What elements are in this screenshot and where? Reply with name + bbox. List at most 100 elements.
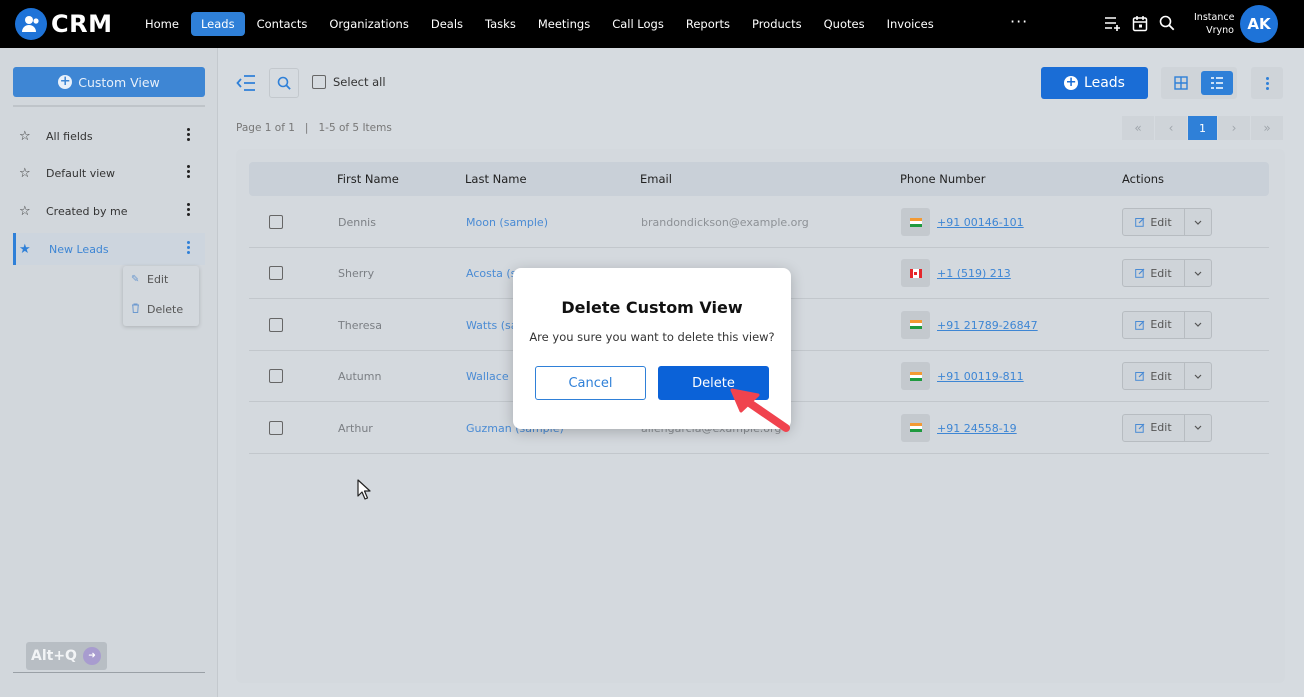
edit-icon <box>1135 371 1145 381</box>
dialog-message: Are you sure you want to delete this vie… <box>529 330 775 344</box>
edit-label: Edit <box>1150 266 1172 280</box>
crm-logo[interactable]: CRM <box>15 8 112 40</box>
country-flag-icon <box>901 362 930 391</box>
search-button[interactable] <box>269 68 299 98</box>
row-checkbox[interactable] <box>269 266 283 281</box>
nav-contacts[interactable]: Contacts <box>247 12 318 36</box>
nav-meetings[interactable]: Meetings <box>528 12 600 36</box>
row-checkbox[interactable] <box>269 369 283 384</box>
prev-page-icon[interactable]: ‹ <box>1155 116 1187 140</box>
cell-last-name[interactable]: Watts (sa <box>466 319 518 332</box>
chevron-down-icon[interactable] <box>1185 415 1211 441</box>
star-outline-icon[interactable]: ☆ <box>19 129 33 144</box>
nav-call-logs[interactable]: Call Logs <box>602 12 674 36</box>
select-all-control[interactable]: Select all <box>312 75 386 89</box>
next-page-icon[interactable]: › <box>1218 116 1250 140</box>
view-item-created-by-me[interactable]: ☆ Created by me <box>13 195 205 227</box>
edit-button[interactable]: Edit <box>1123 260 1185 287</box>
column-header-email[interactable]: Email <box>640 172 672 186</box>
new-lead-button[interactable]: + Leads <box>1041 67 1148 99</box>
add-list-icon[interactable] <box>1104 14 1122 32</box>
chevron-down-icon[interactable] <box>1185 260 1211 286</box>
star-outline-icon[interactable]: ☆ <box>19 166 33 181</box>
context-menu-edit[interactable]: ✎ Edit <box>131 273 168 286</box>
nav-invoices[interactable]: Invoices <box>877 12 944 36</box>
select-all-checkbox[interactable] <box>312 75 326 89</box>
chevron-down-icon[interactable] <box>1185 312 1211 338</box>
cell-phone-link[interactable]: +91 24558-19 <box>937 422 1017 435</box>
trash-icon <box>131 303 141 316</box>
view-item-all-fields[interactable]: ☆ All fields <box>13 120 205 152</box>
nav-reports[interactable]: Reports <box>676 12 740 36</box>
user-avatar[interactable]: AK <box>1240 5 1278 43</box>
cancel-button[interactable]: Cancel <box>535 366 646 400</box>
nav-leads[interactable]: Leads <box>190 12 245 36</box>
chevron-down-icon[interactable] <box>1185 209 1211 235</box>
edit-button[interactable]: Edit <box>1123 363 1185 390</box>
page-info: Page 1 of 1 | 1-5 of 5 Items <box>236 122 392 134</box>
column-header-phone[interactable]: Phone Number <box>900 172 985 186</box>
cell-phone-link[interactable]: +91 00119-811 <box>937 370 1024 383</box>
shortcut-badge[interactable]: Alt+Q ➜ <box>26 642 107 670</box>
annotation-arrow-icon <box>730 388 790 432</box>
cell-email: brandondickson@example.org <box>641 216 809 229</box>
cell-phone-link[interactable]: +91 21789-26847 <box>937 319 1038 332</box>
cell-first-name: Autumn <box>338 370 382 384</box>
row-checkbox[interactable] <box>269 420 283 435</box>
star-outline-icon[interactable]: ☆ <box>19 204 33 219</box>
list-view-icon[interactable] <box>1201 71 1233 95</box>
nav-deals[interactable]: Deals <box>421 12 473 36</box>
edit-button[interactable]: Edit <box>1123 209 1185 235</box>
crm-logo-icon <box>15 8 47 40</box>
table-row[interactable]: Dennis Moon (sample) brandondickson@exampl… <box>249 197 1269 248</box>
kebab-menu-icon[interactable] <box>187 165 191 178</box>
sidebar-divider <box>13 105 205 107</box>
mouse-cursor-icon <box>357 479 371 500</box>
grid-view-icon[interactable] <box>1169 73 1193 93</box>
row-checkbox[interactable] <box>269 317 283 332</box>
kebab-menu-icon[interactable] <box>187 128 191 141</box>
collapse-sidebar-icon[interactable] <box>236 74 256 92</box>
cell-last-name[interactable]: Moon (sample) <box>466 216 548 229</box>
edit-label: Edit <box>1150 215 1172 229</box>
edit-icon <box>1135 423 1145 433</box>
cell-phone-link[interactable]: +1 (519) 213 <box>937 267 1011 280</box>
column-header-first-name[interactable]: First Name <box>337 172 399 186</box>
table-header <box>249 162 1269 196</box>
nav-products[interactable]: Products <box>742 12 812 36</box>
view-item-new-leads[interactable]: ★ New Leads <box>13 233 205 265</box>
last-page-icon[interactable]: » <box>1251 116 1283 140</box>
nav-organizations[interactable]: Organizations <box>319 12 419 36</box>
nav-home[interactable]: Home <box>135 12 189 36</box>
edit-button[interactable]: Edit <box>1123 414 1185 441</box>
cell-last-name[interactable]: Acosta (s <box>466 267 516 280</box>
view-item-label: New Leads <box>49 242 109 256</box>
flag-ca-icon <box>909 268 922 278</box>
kebab-menu-icon[interactable] <box>187 203 191 216</box>
page-number-button[interactable]: 1 <box>1188 116 1217 140</box>
custom-view-button[interactable]: + Custom View <box>13 67 205 97</box>
kebab-menu-icon[interactable] <box>187 241 191 254</box>
view-item-default-view[interactable]: ☆ Default view <box>13 157 205 189</box>
context-menu-delete[interactable]: Delete <box>131 303 183 316</box>
custom-view-sidebar: + Custom View ☆ All fields ☆ Default vie… <box>0 48 218 697</box>
edit-button[interactable]: Edit <box>1123 311 1185 338</box>
nav-more-icon[interactable]: ··· <box>1010 12 1028 31</box>
cell-phone-link[interactable]: +91 00146-101 <box>937 216 1024 229</box>
search-icon[interactable] <box>1158 14 1176 32</box>
cell-last-name[interactable]: Wallace ( <box>466 370 516 383</box>
star-filled-icon[interactable]: ★ <box>19 242 33 257</box>
top-navigation-bar: CRM Home Leads Contacts Organizations De… <box>0 0 1304 48</box>
cell-first-name: Arthur <box>338 421 373 435</box>
more-options-icon[interactable] <box>1251 67 1283 99</box>
view-item-label: All fields <box>46 129 93 143</box>
row-checkbox[interactable] <box>269 215 283 229</box>
calendar-icon[interactable] <box>1131 14 1149 32</box>
nav-quotes[interactable]: Quotes <box>814 12 875 36</box>
chevron-down-icon[interactable] <box>1185 363 1211 389</box>
first-page-icon[interactable]: « <box>1122 116 1154 140</box>
row-actions: Edit <box>1122 362 1212 391</box>
column-header-last-name[interactable]: Last Name <box>465 172 527 186</box>
nav-tasks[interactable]: Tasks <box>475 12 526 36</box>
edit-label: Edit <box>1150 318 1172 332</box>
